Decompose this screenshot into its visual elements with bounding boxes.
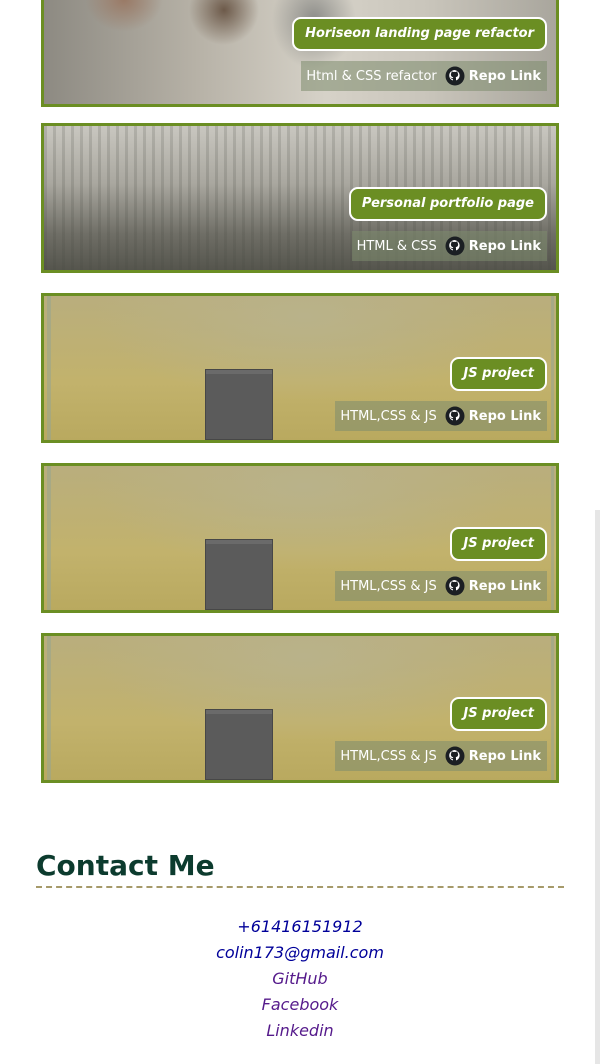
github-icon — [445, 66, 465, 86]
contact-heading: Contact Me — [36, 848, 564, 888]
door-illustration — [205, 539, 273, 610]
project-info-bar: HTML & CSS Repo Link — [351, 231, 547, 261]
project-tech: HTML,CSS & JS — [340, 408, 437, 424]
contact-list: +61416151912 colin173@gmail.com GitHub F… — [0, 914, 600, 1044]
project-card: JS project HTML,CSS & JS Repo Link — [41, 633, 559, 783]
image-edge — [551, 466, 554, 610]
image-edge — [47, 636, 51, 780]
project-title[interactable]: JS project — [450, 527, 547, 561]
door-illustration — [205, 709, 273, 780]
project-info-bar: Html & CSS refactor Repo Link — [301, 61, 547, 91]
project-tech: HTML,CSS & JS — [340, 748, 437, 764]
project-card: Personal portfolio page HTML & CSS Repo … — [41, 123, 559, 273]
project-tech: Html & CSS refactor — [306, 68, 437, 84]
repo-link-label: Repo Link — [468, 748, 541, 764]
project-card: JS project HTML,CSS & JS Repo Link — [41, 463, 559, 613]
linkedin-link[interactable]: Linkedin — [0, 1018, 600, 1044]
github-icon — [445, 406, 465, 426]
project-info-bar: HTML,CSS & JS Repo Link — [335, 571, 547, 601]
repo-link-label: Repo Link — [468, 238, 541, 254]
repo-link-label: Repo Link — [468, 408, 541, 424]
project-tech: HTML & CSS — [356, 238, 437, 254]
repo-link[interactable]: Repo Link — [445, 406, 541, 426]
image-edge — [551, 636, 554, 780]
repo-link-label: Repo Link — [468, 68, 541, 84]
image-edge — [47, 466, 51, 610]
repo-link[interactable]: Repo Link — [445, 66, 541, 86]
repo-link[interactable]: Repo Link — [445, 576, 541, 596]
project-title[interactable]: Horiseon landing page refactor — [292, 17, 547, 51]
repo-link[interactable]: Repo Link — [445, 236, 541, 256]
facebook-link[interactable]: Facebook — [0, 992, 600, 1018]
repo-link-label: Repo Link — [468, 578, 541, 594]
project-title[interactable]: Personal portfolio page — [348, 187, 547, 221]
project-card: JS project HTML,CSS & JS Repo Link — [41, 293, 559, 443]
project-info-bar: HTML,CSS & JS Repo Link — [335, 401, 547, 431]
email-link[interactable]: colin173@gmail.com — [0, 940, 600, 966]
github-icon — [445, 236, 465, 256]
github-icon — [445, 576, 465, 596]
project-info-bar: HTML,CSS & JS Repo Link — [335, 741, 547, 771]
project-title[interactable]: JS project — [450, 697, 547, 731]
image-edge — [551, 296, 554, 440]
project-tech: HTML,CSS & JS — [340, 578, 437, 594]
github-link[interactable]: GitHub — [0, 966, 600, 992]
github-icon — [445, 746, 465, 766]
door-illustration — [205, 369, 273, 440]
repo-link[interactable]: Repo Link — [445, 746, 541, 766]
project-title[interactable]: JS project — [450, 357, 547, 391]
scrollbar[interactable] — [595, 510, 600, 1064]
project-card: Horiseon landing page refactor Html & CS… — [41, 0, 559, 107]
phone-link[interactable]: +61416151912 — [0, 914, 600, 940]
image-edge — [47, 296, 51, 440]
